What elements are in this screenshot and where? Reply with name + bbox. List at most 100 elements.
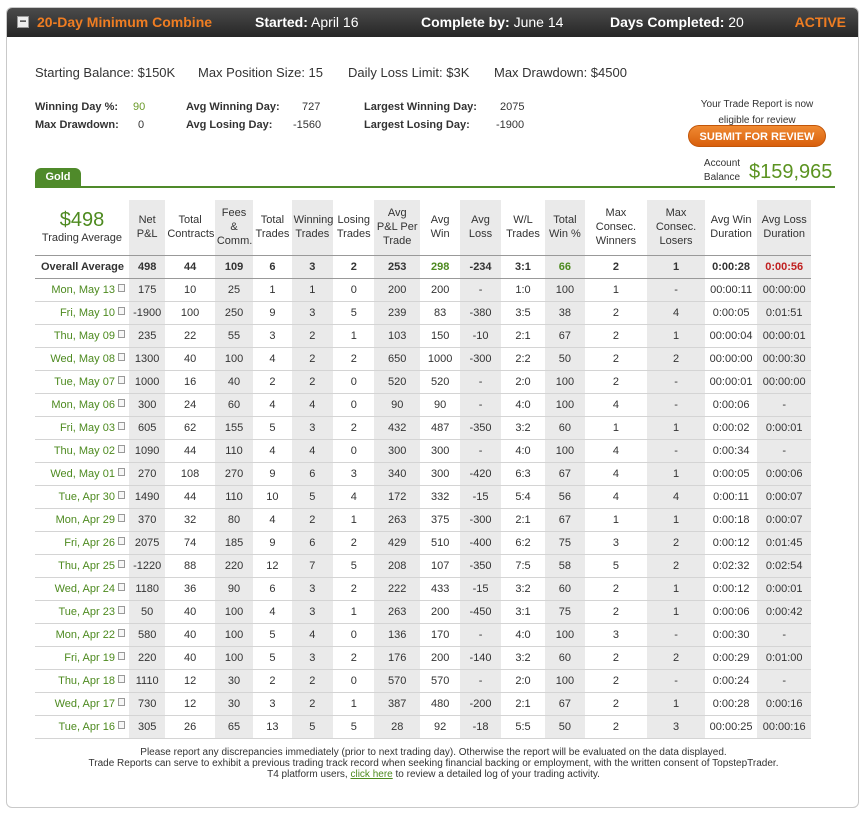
notes-icon[interactable]: [117, 306, 125, 315]
table-cell: 2: [647, 347, 705, 371]
table-cell: 65: [214, 715, 254, 739]
notes-icon[interactable]: [117, 582, 125, 591]
trade-date[interactable]: Mon, Apr 22: [56, 629, 115, 641]
notes-icon[interactable]: [117, 467, 125, 476]
trade-date[interactable]: Tue, May 07: [54, 376, 115, 388]
overall-average-cell: 498: [128, 255, 166, 279]
table-cell: 6: [291, 531, 334, 555]
trade-date-cell[interactable]: Fri, Apr 19: [35, 646, 129, 670]
days-label: Days Completed:: [610, 14, 725, 30]
table-cell: 480: [419, 692, 461, 716]
table-cell: 100: [214, 623, 254, 647]
trade-date[interactable]: Fri, May 03: [60, 422, 115, 434]
trade-date-cell[interactable]: Wed, May 01: [35, 462, 129, 486]
notes-icon[interactable]: [117, 490, 125, 499]
trade-date[interactable]: Wed, May 08: [50, 353, 115, 365]
notes-icon[interactable]: [117, 697, 125, 706]
trade-date-cell[interactable]: Tue, Apr 23: [35, 600, 129, 624]
trade-date-cell[interactable]: Tue, May 07: [35, 370, 129, 394]
trade-date-cell[interactable]: Wed, May 08: [35, 347, 129, 371]
trade-date[interactable]: Thu, Apr 18: [58, 675, 115, 687]
trade-date[interactable]: Wed, Apr 17: [55, 698, 115, 710]
table-cell: 170: [419, 623, 461, 647]
trade-date[interactable]: Thu, May 09: [54, 330, 115, 342]
table-cell: 1: [647, 324, 705, 348]
max-drawdown-value: 0: [138, 119, 145, 131]
table-cell: 38: [545, 301, 585, 325]
table-cell: 3: [647, 715, 705, 739]
largest-winning-day-value: 2075: [500, 101, 525, 113]
notes-icon[interactable]: [117, 398, 125, 407]
notes-icon[interactable]: [117, 375, 125, 384]
table-cell: 4: [584, 393, 648, 417]
trade-date[interactable]: Mon, May 06: [51, 399, 115, 411]
trade-date[interactable]: Tue, Apr 16: [59, 721, 115, 733]
trade-date-cell[interactable]: Wed, Apr 17: [35, 692, 129, 716]
table-cell: 222: [374, 577, 420, 601]
trade-date-cell[interactable]: Tue, Apr 30: [35, 485, 129, 509]
trade-date-cell[interactable]: Mon, May 06: [35, 393, 129, 417]
table-row: Thu, May 09 235 22 55 3 2 1 103 150 -10 2:1 67 2 1 00:…: [35, 324, 811, 348]
trade-date[interactable]: Wed, Apr 24: [55, 583, 115, 595]
notes-icon[interactable]: [117, 628, 125, 637]
trade-date-cell[interactable]: Fri, May 03: [35, 416, 129, 440]
trade-date-cell[interactable]: Thu, Apr 25: [35, 554, 129, 578]
table-cell: 5: [333, 715, 375, 739]
trade-date-cell[interactable]: Mon, Apr 22: [35, 623, 129, 647]
combine-panel: − 20-Day Minimum Combine Started: April …: [6, 7, 859, 808]
trade-date[interactable]: Fri, Apr 19: [64, 652, 115, 664]
table-cell: -: [757, 393, 811, 417]
notes-icon[interactable]: [117, 352, 125, 361]
notes-icon[interactable]: [117, 421, 125, 430]
table-cell: 0:00:30: [704, 623, 758, 647]
trade-date-cell[interactable]: Fri, Apr 26: [35, 531, 129, 555]
trade-date-cell[interactable]: Mon, May 13: [35, 278, 129, 302]
column-header: Losing Trades: [333, 200, 375, 256]
table-cell: 2: [291, 324, 334, 348]
trade-date-cell[interactable]: Thu, Apr 18: [35, 669, 129, 693]
notes-icon[interactable]: [117, 559, 125, 568]
notes-icon[interactable]: [117, 536, 125, 545]
notes-icon[interactable]: [117, 651, 125, 660]
notes-icon[interactable]: [117, 674, 125, 683]
trade-date-cell[interactable]: Mon, Apr 29: [35, 508, 129, 532]
table-cell: 1: [647, 416, 705, 440]
table-cell: -: [647, 393, 705, 417]
submit-for-review-button[interactable]: SUBMIT FOR REVIEW: [688, 125, 826, 147]
trade-date-cell[interactable]: Tue, Apr 16: [35, 715, 129, 739]
trade-date-cell[interactable]: Thu, May 02: [35, 439, 129, 463]
table-cell: 520: [374, 370, 420, 394]
trade-date-cell[interactable]: Wed, Apr 24: [35, 577, 129, 601]
trade-date[interactable]: Mon, May 13: [51, 284, 115, 296]
trade-date-cell[interactable]: Thu, May 09: [35, 324, 129, 348]
footer-line-3-prefix: T4 platform users,: [267, 769, 348, 780]
notes-icon[interactable]: [117, 513, 125, 522]
collapse-icon[interactable]: −: [17, 15, 29, 28]
detailed-log-link[interactable]: click here: [350, 769, 392, 780]
trade-date[interactable]: Fri, May 10: [60, 307, 115, 319]
trade-date[interactable]: Mon, Apr 29: [56, 514, 115, 526]
trade-date[interactable]: Fri, Apr 26: [64, 537, 115, 549]
trade-date[interactable]: Tue, Apr 23: [59, 606, 115, 618]
notes-icon[interactable]: [117, 283, 125, 292]
table-cell: 4: [253, 508, 292, 532]
tab-gold[interactable]: Gold: [35, 168, 81, 186]
trade-date[interactable]: Thu, Apr 25: [58, 560, 115, 572]
trading-average-label: Trading Average: [41, 232, 123, 245]
avg-winning-day-label: Avg Winning Day:: [186, 101, 280, 113]
notes-icon[interactable]: [117, 329, 125, 338]
trade-date-cell[interactable]: Fri, May 10: [35, 301, 129, 325]
notes-icon[interactable]: [117, 720, 125, 729]
trade-date[interactable]: Thu, May 02: [54, 445, 115, 457]
table-cell: 2: [253, 669, 292, 693]
table-cell: 80: [214, 508, 254, 532]
table-cell: 100: [545, 623, 585, 647]
table-cell: 520: [419, 370, 461, 394]
trade-date[interactable]: Tue, Apr 30: [59, 491, 115, 503]
notes-icon[interactable]: [117, 605, 125, 614]
table-cell: 0:00:16: [757, 692, 811, 716]
trade-date[interactable]: Wed, May 01: [50, 468, 115, 480]
table-cell: 300: [128, 393, 166, 417]
notes-icon[interactable]: [117, 444, 125, 453]
table-cell: -: [647, 623, 705, 647]
